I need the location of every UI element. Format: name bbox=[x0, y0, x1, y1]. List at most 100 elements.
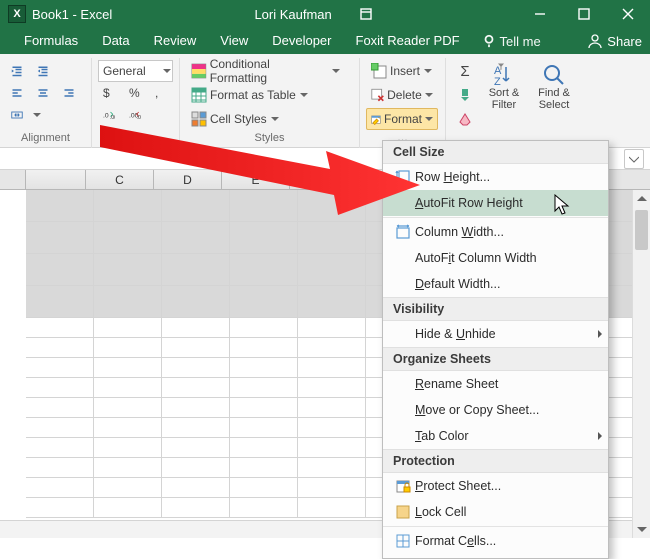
align-left-button[interactable] bbox=[6, 82, 28, 104]
tab-foxit[interactable]: Foxit Reader PDF bbox=[344, 28, 472, 54]
delete-label: Delete bbox=[387, 88, 422, 102]
share-button[interactable]: Share bbox=[587, 33, 642, 49]
column-width-icon bbox=[391, 224, 415, 240]
find-select-button[interactable]: Find & Select bbox=[530, 60, 578, 130]
close-button[interactable] bbox=[606, 0, 650, 28]
scroll-down-button[interactable] bbox=[633, 520, 650, 538]
autosum-button[interactable]: Σ bbox=[452, 60, 478, 82]
menu-label: Hide & Unhide bbox=[415, 327, 592, 341]
group-number: General $ % , .0.00 .00.0 N… bbox=[92, 58, 180, 148]
minimize-button[interactable] bbox=[518, 0, 562, 28]
expand-formula-bar-button[interactable] bbox=[624, 149, 644, 169]
merge-center-button[interactable] bbox=[6, 104, 28, 126]
select-all-corner[interactable] bbox=[0, 170, 26, 189]
svg-text:Z: Z bbox=[494, 76, 501, 87]
ribbon: Alignment General $ % , .0.00 .00.0 N… bbox=[0, 54, 650, 148]
accounting-format-button[interactable]: $ bbox=[98, 82, 120, 104]
insert-label: Insert bbox=[390, 64, 420, 78]
decrease-decimal-button[interactable]: .00.0 bbox=[124, 104, 146, 126]
menu-item-column-width[interactable]: Column Width... bbox=[383, 219, 608, 245]
format-as-table-button[interactable]: Format as Table bbox=[186, 84, 346, 106]
lock-cell-icon bbox=[391, 504, 415, 520]
excel-icon: X bbox=[8, 5, 26, 23]
svg-text:.0: .0 bbox=[137, 115, 141, 121]
account-username[interactable]: Lori Kaufman bbox=[242, 7, 343, 22]
svg-text:.00: .00 bbox=[110, 115, 115, 121]
conditional-formatting-button[interactable]: Conditional Formatting bbox=[186, 60, 346, 82]
menu-label: Format Cells... bbox=[415, 534, 608, 548]
menu-label: Lock Cell bbox=[415, 505, 608, 519]
menu-label: Row Height... bbox=[415, 170, 608, 184]
menu-label: Move or Copy Sheet... bbox=[415, 403, 608, 417]
ribbon-tab-strip: Formulas Data Review View Developer Foxi… bbox=[0, 28, 650, 54]
fill-button[interactable] bbox=[452, 84, 478, 106]
title-bar: X Book1 - Excel Lori Kaufman bbox=[0, 0, 650, 28]
increase-decimal-button[interactable]: .0.00 bbox=[98, 104, 120, 126]
tab-view[interactable]: View bbox=[208, 28, 260, 54]
menu-item-rename-sheet[interactable]: Rename Sheet bbox=[383, 371, 608, 397]
align-center-button[interactable] bbox=[32, 82, 54, 104]
share-label: Share bbox=[607, 34, 642, 49]
menu-section-protection: Protection bbox=[383, 449, 608, 473]
clear-button[interactable] bbox=[452, 108, 478, 130]
menu-item-tab-color[interactable]: Tab Color bbox=[383, 423, 608, 449]
format-menu: Cell Size Row Height... AutoFit Row Heig… bbox=[382, 140, 609, 559]
group-cells: Insert Delete Format … bbox=[360, 58, 446, 148]
menu-label: Column Width... bbox=[415, 225, 608, 239]
menu-item-lock-cell[interactable]: Lock Cell bbox=[383, 499, 608, 525]
tab-data[interactable]: Data bbox=[90, 28, 141, 54]
decrease-indent-button[interactable] bbox=[6, 60, 28, 82]
increase-indent-button[interactable] bbox=[32, 60, 54, 82]
menu-item-autofit-row-height[interactable]: AutoFit Row Height bbox=[383, 190, 608, 216]
row-height-icon bbox=[391, 169, 415, 185]
sort-filter-label: Sort & Filter bbox=[483, 87, 525, 111]
format-cells-button[interactable]: Format bbox=[366, 108, 438, 130]
column-header[interactable]: F bbox=[290, 170, 358, 189]
percent-format-button[interactable]: % bbox=[124, 82, 146, 104]
column-header[interactable]: D bbox=[154, 170, 222, 189]
cell-styles-button[interactable]: Cell Styles bbox=[186, 108, 346, 130]
protect-sheet-icon bbox=[391, 478, 415, 494]
column-header[interactable] bbox=[26, 170, 86, 189]
menu-item-hide-unhide[interactable]: Hide & Unhide bbox=[383, 321, 608, 347]
cell-styles-label: Cell Styles bbox=[210, 112, 267, 126]
menu-item-default-width[interactable]: Default Width... bbox=[383, 271, 608, 297]
maximize-button[interactable] bbox=[562, 0, 606, 28]
document-title: Book1 - Excel bbox=[32, 7, 112, 22]
submenu-caret-icon bbox=[592, 432, 608, 440]
menu-item-row-height[interactable]: Row Height... bbox=[383, 164, 608, 190]
merge-dropdown[interactable] bbox=[32, 104, 42, 126]
column-header[interactable]: E bbox=[222, 170, 290, 189]
menu-item-move-copy-sheet[interactable]: Move or Copy Sheet... bbox=[383, 397, 608, 423]
group-styles: Conditional Formatting Format as Table C… bbox=[180, 58, 360, 148]
number-format-combo[interactable]: General bbox=[98, 60, 173, 82]
menu-label: AutoFit Column Width bbox=[415, 251, 608, 265]
delete-cells-button[interactable]: Delete bbox=[366, 84, 438, 106]
tab-formulas[interactable]: Formulas bbox=[12, 28, 90, 54]
column-header[interactable]: C bbox=[86, 170, 154, 189]
tab-developer[interactable]: Developer bbox=[260, 28, 343, 54]
format-table-label: Format as Table bbox=[210, 88, 296, 102]
menu-item-autofit-column-width[interactable]: AutoFit Column Width bbox=[383, 245, 608, 271]
align-right-button[interactable] bbox=[58, 82, 80, 104]
menu-label: Default Width... bbox=[415, 277, 608, 291]
group-label-alignment: Alignment bbox=[6, 132, 85, 148]
find-select-label: Find & Select bbox=[533, 87, 575, 111]
insert-cells-button[interactable]: Insert bbox=[366, 60, 438, 82]
tab-review[interactable]: Review bbox=[142, 28, 209, 54]
menu-label: Rename Sheet bbox=[415, 377, 608, 391]
comma-format-button[interactable]: , bbox=[150, 82, 172, 104]
menu-label: AutoFit Row Height bbox=[415, 196, 608, 210]
svg-text:.0: .0 bbox=[103, 112, 109, 119]
vertical-scrollbar[interactable] bbox=[632, 190, 650, 538]
sort-filter-button[interactable]: AZ Sort & Filter bbox=[480, 60, 528, 130]
ribbon-display-options-button[interactable] bbox=[344, 0, 388, 28]
tell-me-search[interactable]: Tell me bbox=[482, 34, 541, 49]
scroll-thumb[interactable] bbox=[635, 210, 648, 250]
format-cells-icon bbox=[391, 533, 415, 549]
menu-item-format-cells[interactable]: Format Cells... bbox=[383, 528, 608, 554]
menu-section-visibility: Visibility bbox=[383, 297, 608, 321]
scroll-up-button[interactable] bbox=[633, 190, 650, 208]
group-label-styles: Styles bbox=[186, 132, 353, 148]
menu-item-protect-sheet[interactable]: Protect Sheet... bbox=[383, 473, 608, 499]
